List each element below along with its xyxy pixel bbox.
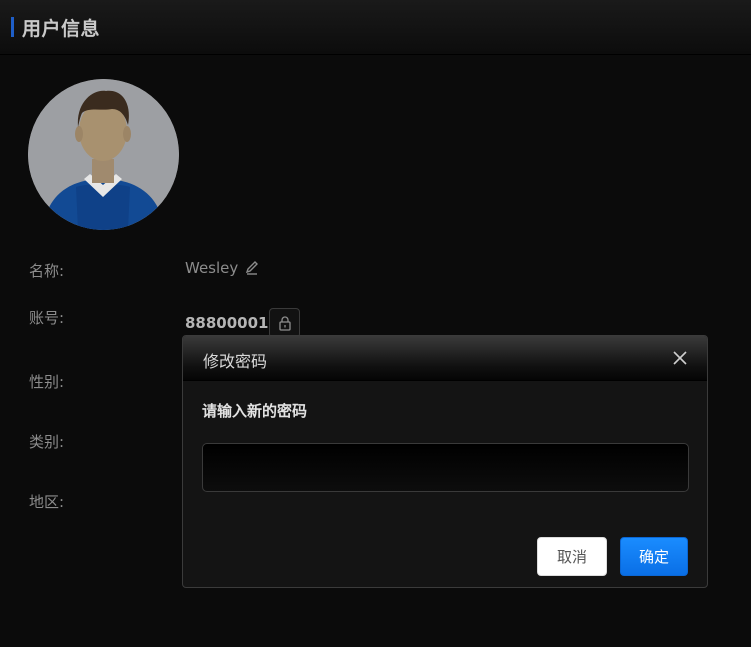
page-header: 用户信息 [0, 0, 751, 55]
account-value: 88800001 [185, 314, 269, 332]
user-info-page: 用户信息 名称: Wesley 账号: 88800001 性别: 类别: 地区:… [0, 0, 751, 647]
name-label: 名称: [29, 262, 65, 280]
change-password-button[interactable] [269, 308, 300, 338]
name-value: Wesley [185, 259, 239, 277]
account-label: 账号: [29, 309, 65, 327]
region-label: 地区: [29, 493, 65, 511]
close-icon[interactable] [671, 349, 689, 367]
confirm-button[interactable]: 确定 [620, 537, 688, 576]
dialog-header: 修改密码 [183, 336, 707, 381]
header-accent-bar [11, 17, 14, 37]
dialog-title: 修改密码 [203, 352, 268, 371]
avatar-image [28, 79, 179, 230]
pencil-icon[interactable] [244, 260, 260, 276]
avatar [28, 79, 179, 230]
page-title: 用户信息 [22, 18, 101, 40]
gender-label: 性别: [29, 373, 65, 391]
category-label: 类别: [29, 433, 65, 451]
lock-icon [279, 316, 291, 331]
cancel-button[interactable]: 取消 [537, 537, 607, 576]
password-prompt: 请输入新的密码 [202, 402, 308, 420]
new-password-input[interactable] [202, 443, 689, 492]
change-password-dialog: 修改密码 请输入新的密码 取消 确定 [182, 335, 708, 588]
